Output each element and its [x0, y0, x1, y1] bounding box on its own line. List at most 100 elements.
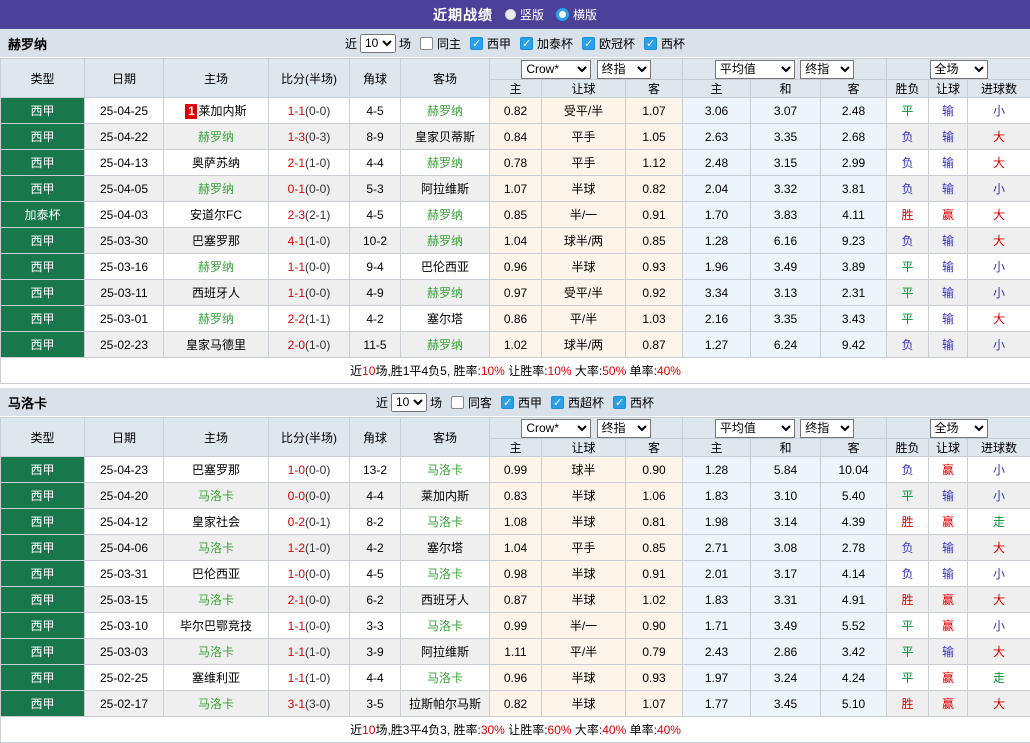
handicap-outcome: 赢: [929, 202, 968, 228]
handicap-outcome: 输: [929, 228, 968, 254]
horizontal-label: 横版: [573, 6, 597, 23]
handicap-outcome: 输: [929, 483, 968, 509]
league-checkbox-laliga[interactable]: [501, 396, 514, 409]
league-checkbox-copa[interactable]: [644, 37, 657, 50]
bookmaker-select[interactable]: Crow*: [521, 419, 591, 438]
away-team-cell: 马洛卡: [401, 665, 490, 691]
handicap-outcome: 赢: [929, 691, 968, 717]
asia-handicap: 受平/半: [542, 280, 626, 306]
away-team: 阿拉维斯: [421, 645, 469, 659]
summary-text: 让胜率:: [505, 723, 548, 737]
goals-outcome: 小: [968, 561, 1030, 587]
goals-outcome: 大: [968, 124, 1030, 150]
half-score: (0-0): [305, 489, 330, 503]
same-venue-checkbox[interactable]: [420, 37, 433, 50]
scope-select[interactable]: 全场: [930, 60, 988, 79]
layout-horizontal-radio[interactable]: 横版: [556, 6, 597, 23]
home-team-cell: 赫罗纳: [164, 254, 269, 280]
euro-home-odds: 2.63: [683, 124, 751, 150]
radio-checked-icon[interactable]: [556, 8, 569, 21]
col-header-asia-away: 客: [626, 439, 683, 457]
asia-home-odds: 0.97: [490, 280, 542, 306]
recent-count-select[interactable]: 10: [391, 393, 427, 412]
scope-select[interactable]: 全场: [930, 419, 988, 438]
layout-vertical-radio[interactable]: 竖版: [505, 6, 544, 23]
handicap-outcome: 输: [929, 280, 968, 306]
match-type: 西甲: [1, 535, 85, 561]
final-score: 2-3: [288, 208, 305, 222]
home-team-cell: 马洛卡: [164, 639, 269, 665]
asia-handicap: 半球: [542, 176, 626, 202]
corner-count: 8-9: [350, 124, 401, 150]
average-select[interactable]: 平均值: [715, 60, 795, 79]
odds-stage-select[interactable]: 终指: [597, 419, 651, 438]
euro-draw-odds: 3.49: [751, 613, 821, 639]
col-header-asia-home: 主: [490, 439, 542, 457]
euro-draw-odds: 3.31: [751, 587, 821, 613]
match-date: 25-02-25: [85, 665, 164, 691]
goals-outcome: 走: [968, 665, 1030, 691]
match-date: 25-03-11: [85, 280, 164, 306]
match-date: 25-02-23: [85, 332, 164, 358]
near-label: 近: [345, 35, 357, 52]
away-team: 马洛卡: [427, 567, 463, 581]
asia-home-odds: 1.04: [490, 535, 542, 561]
odds-stage-select-2[interactable]: 终指: [800, 419, 854, 438]
half-score: (0-0): [305, 286, 330, 300]
match-date: 25-03-15: [85, 587, 164, 613]
league-checkbox-catalonia-cup[interactable]: [520, 37, 533, 50]
handicap-outcome: 输: [929, 124, 968, 150]
asia-home-odds: 1.04: [490, 228, 542, 254]
half-score: (0-1): [305, 515, 330, 529]
home-team: 皇家马德里: [186, 338, 246, 352]
home-team-cell: 毕尔巴鄂竞技: [164, 613, 269, 639]
euro-home-odds: 3.34: [683, 280, 751, 306]
asia-handicap: 半/一: [542, 613, 626, 639]
summary-text: 场,胜3平4负3, 胜率:: [375, 723, 480, 737]
final-score: 1-0: [288, 567, 305, 581]
league-checkbox-supercup[interactable]: [551, 396, 564, 409]
asia-home-odds: 0.82: [490, 691, 542, 717]
league-checkbox-copa[interactable]: [613, 396, 626, 409]
home-team-cell: 马洛卡: [164, 691, 269, 717]
match-type: 西甲: [1, 587, 85, 613]
bookmaker-select[interactable]: Crow*: [521, 60, 591, 79]
match-type: 西甲: [1, 98, 85, 124]
asia-away-odds: 0.85: [626, 228, 683, 254]
result-outcome: 负: [887, 176, 929, 202]
league-label: 西甲: [518, 394, 542, 411]
average-select[interactable]: 平均值: [715, 419, 795, 438]
euro-draw-odds: 3.45: [751, 691, 821, 717]
odds-stage-select-2[interactable]: 终指: [800, 60, 854, 79]
score-cell: 2-2(1-1): [269, 306, 350, 332]
match-date: 25-04-03: [85, 202, 164, 228]
radio-unchecked-icon[interactable]: [505, 9, 516, 20]
odds-stage-select[interactable]: 终指: [597, 60, 651, 79]
match-date: 25-03-30: [85, 228, 164, 254]
rank-badge: 1: [185, 104, 197, 119]
asia-odds-header: Crow* 终指: [490, 418, 683, 439]
col-header-result: 胜负: [887, 80, 929, 98]
half-score: (1-0): [305, 234, 330, 248]
match-date: 25-04-06: [85, 535, 164, 561]
summary-value: 30%: [481, 723, 505, 737]
asia-home-odds: 1.11: [490, 639, 542, 665]
result-outcome: 负: [887, 457, 929, 483]
euro-home-odds: 3.06: [683, 98, 751, 124]
col-header-result-handicap: 让球: [929, 80, 968, 98]
euro-home-odds: 2.48: [683, 150, 751, 176]
result-outcome: 负: [887, 124, 929, 150]
recent-count-select[interactable]: 10: [360, 34, 396, 53]
away-team: 阿拉维斯: [421, 182, 469, 196]
league-checkbox-champions[interactable]: [582, 37, 595, 50]
corner-count: 6-2: [350, 587, 401, 613]
away-team: 巴伦西亚: [421, 260, 469, 274]
team-name: 马洛卡: [8, 393, 47, 412]
league-checkbox-laliga[interactable]: [470, 37, 483, 50]
euro-away-odds: 5.52: [821, 613, 887, 639]
euro-away-odds: 2.99: [821, 150, 887, 176]
summary-text: 近: [350, 723, 362, 737]
away-team-cell: 赫罗纳: [401, 150, 490, 176]
col-header-asia-home: 主: [490, 80, 542, 98]
same-venue-checkbox[interactable]: [451, 396, 464, 409]
